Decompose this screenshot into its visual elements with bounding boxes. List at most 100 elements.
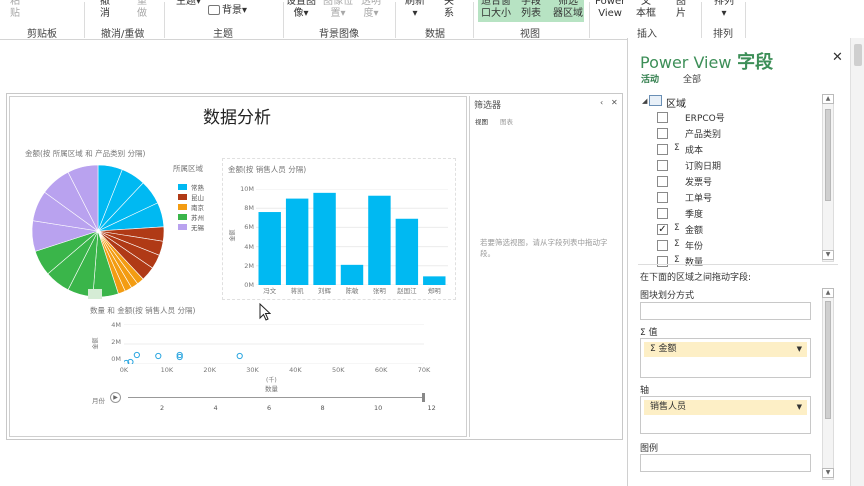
axis-well[interactable]: 销售人员 ▼ [640,396,811,434]
field-checkbox[interactable] [657,176,668,187]
play-button[interactable]: ▶ [110,392,121,403]
picture-button[interactable]: 图片 [676,0,686,20]
filters-collapse-icon[interactable]: ‹ [600,98,603,107]
field-checkbox[interactable] [657,112,668,123]
relationships-button[interactable]: 关系 [444,0,454,20]
filters-tab-view[interactable]: 视图 [475,116,488,126]
divider [745,2,746,38]
field-checkbox[interactable] [657,144,668,155]
field-list-button[interactable]: 字段 列表 [521,0,541,20]
play-axis-slider-handle[interactable] [422,393,425,402]
field-name[interactable]: 成本 [685,143,703,156]
bar-冯文[interactable] [258,212,281,285]
field-checkbox[interactable] [657,208,668,219]
tab-active[interactable]: 活动 [641,72,659,85]
bar-陈敏[interactable] [340,264,364,285]
legend-item[interactable]: 无锡 [178,215,204,234]
refresh-button[interactable]: 刷新 ▾ [405,0,425,20]
field-name[interactable]: 产品类别 [685,127,721,140]
filters-empty-message: 若要筛选视图，请从字段列表中拖动字段。 [480,238,608,258]
ribbon: 粘贴 撤消 重做 主题▾ 背景▾ 设置图 像▾ 图像位 置▾ 透明 度▾ 刷新 ▾ 关系… [0,0,864,40]
expand-collapse-icon[interactable]: ◢ [642,97,647,105]
divider [283,2,284,38]
bar-张明[interactable] [368,195,391,285]
field-checkbox[interactable] [657,192,668,203]
image-position-button[interactable]: 图像位 置▾ [323,0,353,20]
bar-蒋凯[interactable] [285,198,309,285]
scroll-up-arrow[interactable]: ▲ [822,288,834,298]
fields-pane-close-icon[interactable]: ✕ [832,50,843,65]
divider [395,2,396,38]
scatter-chart[interactable] [124,324,424,364]
field-name[interactable]: 年份 [685,239,703,252]
field-name[interactable]: 季度 [685,207,703,220]
scrollbar-thumb[interactable] [854,44,862,66]
legend-well[interactable] [640,454,811,472]
chevron-down-icon[interactable]: ▼ [797,342,802,357]
field-name[interactable]: 订购日期 [685,159,721,172]
field-checkbox[interactable] [657,256,668,267]
field-name[interactable]: 工单号 [685,191,712,204]
scroll-down-arrow[interactable]: ▼ [822,250,834,260]
field-checkbox[interactable] [657,240,668,251]
scroll-up-arrow[interactable]: ▲ [822,94,834,104]
x-tick-label: 赵国江 [397,287,417,295]
values-chip[interactable]: Σ 金额 ▼ [644,342,807,357]
bar-郑明[interactable] [423,276,446,285]
pie-chart[interactable] [28,161,168,301]
field-list-scrollbar[interactable] [822,94,834,262]
paste-button[interactable]: 粘贴 [10,0,20,20]
field-checkbox[interactable] [657,160,668,171]
sigma-icon: Σ [674,239,680,249]
field-checkbox[interactable] [657,128,668,139]
filters-tab-chart[interactable]: 图表 [500,116,513,126]
scrollbar-thumb[interactable] [825,301,831,419]
power-view-button[interactable]: Power View [595,0,625,20]
values-well[interactable]: Σ 金额 ▼ [640,338,811,378]
areas-scrollbar[interactable] [822,288,834,480]
x-tick-label: 50K [332,366,345,374]
table-name[interactable]: 区域 [666,95,686,110]
filters-pane[interactable]: 筛选器 ‹ ✕ 视图 图表 若要筛选视图，请从字段列表中拖动字段。 [469,96,620,437]
scroll-down-arrow[interactable]: ▼ [822,468,834,478]
undo-button[interactable]: 撤消 [100,0,110,20]
scatter-point[interactable] [236,352,243,360]
textbox-button[interactable]: 文本框 [636,0,656,20]
tile-by-well[interactable] [640,302,811,320]
field-name[interactable]: 金额 [685,223,703,236]
legend-label: 无锡 [191,224,204,232]
bar-赵国江[interactable] [395,218,419,285]
legend-label: 图例 [640,444,659,454]
play-axis-slider-track[interactable] [128,397,424,398]
bar-chart[interactable] [256,189,448,285]
report-view[interactable]: 数据分析 金额(按 所属区域 和 产品类别 分隔) 所属区域 常熟 昆山 南京 苏州无… [9,96,467,437]
bar-刘辉[interactable] [313,192,336,285]
report-title: 数据分析 [203,108,271,128]
field-name[interactable]: 数量 [685,255,703,268]
group-theme: 主题 [213,29,233,40]
transparency-button[interactable]: 透明 度▾ [361,0,381,20]
redo-button[interactable]: 重做 [137,0,147,20]
arrange-button[interactable]: 排列 ▾ [714,0,734,20]
scrollbar-thumb[interactable] [825,109,831,201]
tab-all[interactable]: 全部 [683,72,701,85]
field-checkbox[interactable]: ✓ [657,224,668,235]
legend-swatch [178,224,187,230]
field-name[interactable]: ERPCO号 [685,111,725,124]
scatter-point[interactable] [133,351,140,359]
x-tick-label: 冯文 [263,287,277,295]
window-scrollbar[interactable] [850,38,864,486]
set-image-button[interactable]: 设置图 像▾ [286,0,316,20]
power-view-fields-pane[interactable]: Power View 字段 ✕ 活动 全部 ◢ 区域 ERPCO号 产品类别 Σ 成本… [627,38,864,486]
filters-close-icon[interactable]: ✕ [611,98,618,107]
scatter-chart-title: 数量 和 金额(按 销售人员 分隔) [90,306,196,315]
fit-window-button[interactable]: 适合窗 口大小 [481,0,511,20]
axis-chip[interactable]: 销售人员 ▼ [644,400,807,415]
background-button[interactable]: 背景▾ [222,5,247,17]
filter-area-button[interactable]: 筛选 器区域 [553,0,583,20]
field-name[interactable]: 发票号 [685,175,712,188]
scatter-point[interactable] [155,352,162,360]
chevron-down-icon[interactable]: ▼ [797,400,802,415]
theme-button[interactable]: 主题▾ [176,0,201,8]
report-canvas[interactable]: 数据分析 金额(按 所属区域 和 产品类别 分隔) 所属区域 常熟 昆山 南京 苏州无… [6,93,623,440]
